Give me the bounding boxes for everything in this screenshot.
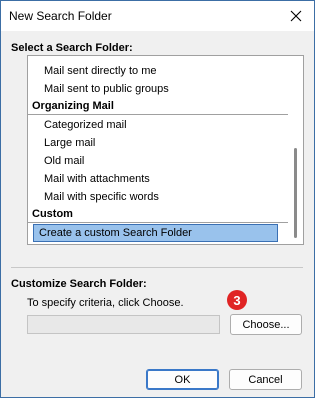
list-item-label: Mail with specific words — [44, 191, 159, 203]
list-item-mail-sent-directly[interactable]: Mail sent directly to me — [28, 62, 290, 80]
list-item-label: Old mail — [44, 155, 85, 167]
choose-button[interactable]: Choose... — [230, 314, 302, 335]
customize-folder-heading: Customize Search Folder: — [11, 278, 147, 290]
list-group-label: Custom — [32, 208, 73, 220]
list-item-label: Create a custom Search Folder — [39, 227, 192, 239]
list-item-old-mail[interactable]: Old mail — [28, 152, 290, 170]
title-bar: New Search Folder — [1, 1, 314, 31]
close-button[interactable] — [284, 4, 308, 28]
criteria-instruction: To specify criteria, click Choose. — [27, 297, 184, 309]
section-divider — [11, 267, 303, 268]
list-item-create-custom-search-folder[interactable]: Create a custom Search Folder — [28, 224, 290, 242]
scrollbar-thumb[interactable] — [294, 148, 297, 238]
select-folder-heading: Select a Search Folder: — [11, 42, 133, 54]
ok-button[interactable]: OK — [146, 369, 219, 390]
cancel-button-label: Cancel — [248, 373, 283, 386]
list-group-label: Organizing Mail — [32, 100, 114, 112]
criteria-field — [27, 315, 220, 334]
list-item-mail-with-specific-words[interactable]: Mail with specific words — [28, 188, 290, 206]
cancel-button[interactable]: Cancel — [229, 369, 302, 390]
list-group-custom: Custom — [28, 205, 290, 223]
list-item-label: Mail with attachments — [44, 173, 150, 185]
choose-button-label: Choose... — [242, 318, 290, 331]
close-icon — [290, 10, 302, 22]
step-number-badge: 3 — [227, 290, 247, 310]
list-item-label: Large mail — [44, 137, 96, 149]
list-item-mail-sent-public-groups[interactable]: Mail sent to public groups — [28, 80, 290, 98]
search-folder-list[interactable]: Mail sent directly to me Mail sent to pu… — [27, 55, 304, 245]
list-item-categorized-mail[interactable]: Categorized mail — [28, 116, 290, 134]
list-item-label: Mail sent directly to me — [44, 65, 157, 77]
list-item-label: Mail sent to public groups — [44, 83, 169, 95]
new-search-folder-dialog: New Search Folder Select a Search Folder… — [0, 0, 315, 398]
window-title: New Search Folder — [9, 9, 112, 23]
list-group-organizing-mail: Organizing Mail — [28, 97, 290, 115]
list-scrollbar[interactable] — [288, 56, 303, 244]
list-item-mail-with-attachments[interactable]: Mail with attachments — [28, 170, 290, 188]
ok-button-label: OK — [174, 373, 191, 386]
list-item-large-mail[interactable]: Large mail — [28, 134, 290, 152]
list-item-label: Categorized mail — [44, 119, 127, 131]
